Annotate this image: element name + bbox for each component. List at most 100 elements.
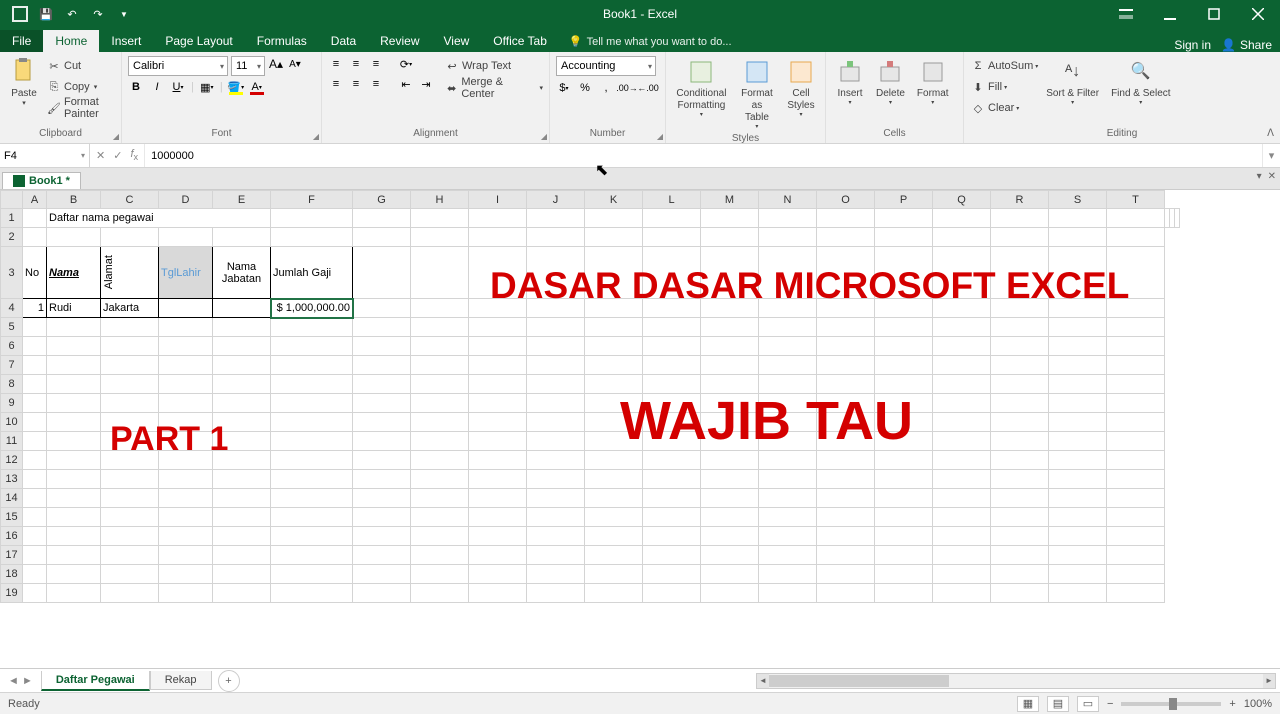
tab-insert[interactable]: Insert <box>99 30 153 52</box>
cell[interactable]: Alamat <box>101 247 159 299</box>
cell[interactable] <box>817 451 875 470</box>
maximize-icon[interactable] <box>1192 0 1236 28</box>
cell[interactable] <box>991 546 1049 565</box>
cell[interactable] <box>213 299 271 318</box>
cell[interactable] <box>991 413 1049 432</box>
cell[interactable] <box>759 337 817 356</box>
cell[interactable] <box>159 470 213 489</box>
cell[interactable] <box>527 413 585 432</box>
cell[interactable] <box>701 546 759 565</box>
cell[interactable] <box>469 565 527 584</box>
cell[interactable] <box>1049 489 1107 508</box>
cell[interactable] <box>411 247 469 299</box>
cell[interactable] <box>101 527 159 546</box>
cell[interactable] <box>1049 413 1107 432</box>
cell[interactable] <box>817 228 875 247</box>
cell[interactable] <box>1107 337 1165 356</box>
cancel-formula-icon[interactable]: ✕ <box>96 149 105 162</box>
cell[interactable] <box>527 318 585 337</box>
cell[interactable] <box>933 527 991 546</box>
cell[interactable] <box>23 527 47 546</box>
cell[interactable] <box>159 337 213 356</box>
cell[interactable] <box>1107 318 1165 337</box>
cell[interactable] <box>875 584 933 603</box>
tab-office-tab[interactable]: Office Tab <box>481 30 559 52</box>
cell[interactable] <box>701 318 759 337</box>
fill-color-button[interactable]: 🪣▾ <box>228 79 244 95</box>
cell[interactable] <box>643 508 701 527</box>
cell[interactable] <box>1049 451 1107 470</box>
formula-input[interactable]: 1000000 <box>145 144 1262 167</box>
cell[interactable] <box>759 489 817 508</box>
cell[interactable] <box>47 584 101 603</box>
merge-center-button[interactable]: ⬌Merge & Center▾ <box>444 78 543 98</box>
font-color-button[interactable]: A▾ <box>249 79 265 95</box>
col-header[interactable]: E <box>213 191 271 209</box>
cell[interactable] <box>271 209 353 228</box>
col-header[interactable]: S <box>1049 191 1107 209</box>
cell[interactable] <box>933 413 991 432</box>
row-header[interactable]: 2 <box>1 228 23 247</box>
col-header[interactable]: M <box>701 191 759 209</box>
sheet-tab-other[interactable]: Rekap <box>150 671 212 690</box>
col-header[interactable]: I <box>469 191 527 209</box>
cell[interactable] <box>1107 228 1165 247</box>
cell[interactable] <box>23 508 47 527</box>
page-layout-view-icon[interactable]: ▤ <box>1047 696 1069 712</box>
cell[interactable] <box>469 527 527 546</box>
cell[interactable] <box>585 565 643 584</box>
delete-cells-button[interactable]: Delete▾ <box>872 56 909 109</box>
cell[interactable] <box>933 337 991 356</box>
cell[interactable] <box>701 508 759 527</box>
cell[interactable] <box>23 413 47 432</box>
cell[interactable] <box>353 451 411 470</box>
row-header[interactable]: 15 <box>1 508 23 527</box>
cell[interactable] <box>353 375 411 394</box>
cell[interactable] <box>701 584 759 603</box>
zoom-out-icon[interactable]: − <box>1107 698 1113 710</box>
cell[interactable] <box>159 584 213 603</box>
cell[interactable] <box>271 375 353 394</box>
cell[interactable] <box>643 337 701 356</box>
cell[interactable] <box>101 228 159 247</box>
cell[interactable] <box>817 546 875 565</box>
column-headers[interactable]: ABCDEFGHIJKLMNOPQRST <box>1 191 1180 209</box>
cell[interactable] <box>875 356 933 375</box>
cell[interactable] <box>1107 356 1165 375</box>
sheet-nav[interactable]: ◄ ► <box>0 675 41 687</box>
cell[interactable] <box>213 470 271 489</box>
cell[interactable] <box>991 337 1049 356</box>
alignment-launcher-icon[interactable]: ◢ <box>541 132 547 141</box>
cell[interactable] <box>817 584 875 603</box>
save-icon[interactable]: 💾 <box>34 2 58 26</box>
cell[interactable] <box>991 318 1049 337</box>
cell[interactable] <box>271 337 353 356</box>
cell[interactable] <box>23 337 47 356</box>
cell[interactable] <box>991 356 1049 375</box>
cell[interactable] <box>701 489 759 508</box>
cell[interactable] <box>1107 432 1165 451</box>
col-header[interactable]: F <box>271 191 353 209</box>
cell[interactable] <box>817 508 875 527</box>
cell[interactable] <box>875 508 933 527</box>
cell[interactable] <box>47 432 101 451</box>
cell[interactable] <box>411 318 469 337</box>
cell[interactable] <box>213 318 271 337</box>
cell[interactable] <box>271 451 353 470</box>
cell[interactable] <box>527 508 585 527</box>
borders-button[interactable]: ▦▾ <box>199 79 215 95</box>
row-header[interactable]: 3 <box>1 247 23 299</box>
decrease-decimal-icon[interactable]: ←.00 <box>640 80 656 96</box>
cell[interactable] <box>527 584 585 603</box>
cell[interactable] <box>1049 565 1107 584</box>
cell[interactable] <box>875 337 933 356</box>
cell[interactable] <box>159 228 213 247</box>
cell[interactable] <box>353 209 411 228</box>
undo-icon[interactable]: ↶ <box>60 2 84 26</box>
cell[interactable] <box>585 489 643 508</box>
increase-decimal-icon[interactable]: .00→ <box>619 80 635 96</box>
row-header[interactable]: 6 <box>1 337 23 356</box>
cell[interactable] <box>1049 228 1107 247</box>
font-name-dropdown[interactable]: Calibri <box>128 56 228 76</box>
col-header[interactable]: Q <box>933 191 991 209</box>
